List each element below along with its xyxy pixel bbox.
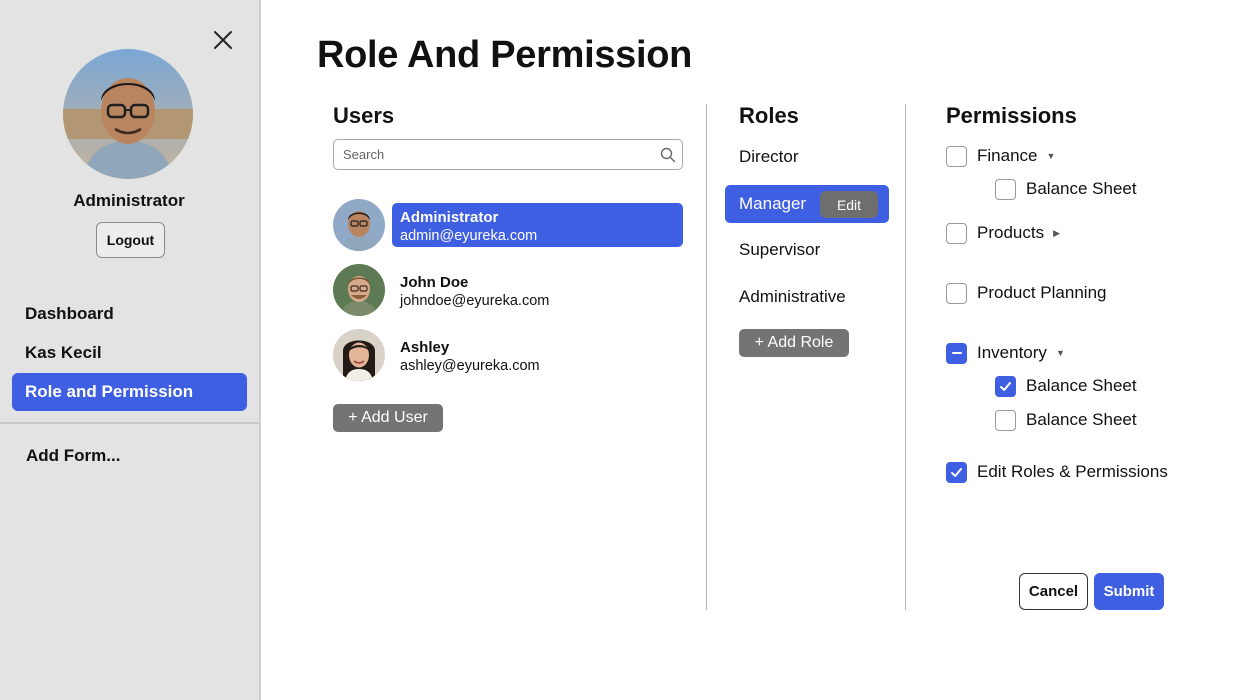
roles-title: Roles [739, 103, 799, 128]
user-email: johndoe@eyureka.com [400, 293, 550, 309]
role-label: Manager [739, 194, 807, 213]
permission-label: Balance Sheet [1026, 179, 1137, 198]
sidebar-divider [0, 422, 259, 424]
permission-finance-balance-sheet[interactable]: Balance Sheet [995, 178, 1137, 200]
checkbox-checked[interactable] [946, 461, 967, 483]
nav-item-dashboard[interactable]: Dashboard [12, 295, 247, 333]
permission-inventory-balance-sheet-2[interactable]: Balance Sheet [995, 409, 1137, 431]
user-email: ashley@eyureka.com [400, 358, 540, 374]
checkbox[interactable] [946, 222, 967, 244]
role-item-manager[interactable]: Manager Edit [725, 185, 889, 223]
permissions-title: Permissions [946, 103, 1077, 128]
permission-label: Products [977, 223, 1045, 242]
user-name: Ashley [400, 339, 450, 356]
search-input[interactable] [334, 140, 634, 169]
permission-label: Inventory [977, 343, 1047, 362]
user-search [333, 139, 683, 170]
chevron-down-icon[interactable]: ▼ [1046, 151, 1055, 161]
checkbox-indeterminate[interactable] [946, 342, 967, 364]
user-list-item[interactable]: John Doe johndoe@eyureka.com [333, 264, 684, 316]
check-icon [1000, 381, 1011, 391]
user-info: Ashley ashley@eyureka.com [392, 333, 683, 377]
search-icon[interactable] [660, 147, 676, 163]
user-list-item[interactable]: Administrator admin@eyureka.com [333, 199, 684, 251]
permission-label: Product Planning [977, 283, 1107, 302]
minus-icon [951, 352, 962, 354]
checkbox[interactable] [995, 409, 1016, 431]
role-label: Supervisor [739, 240, 821, 259]
column-divider [905, 104, 906, 610]
add-user-button[interactable]: + Add User [333, 404, 443, 432]
add-form-link[interactable]: Add Form... [26, 446, 120, 466]
chevron-down-icon[interactable]: ▼ [1056, 348, 1065, 358]
user-name: Administrator [400, 209, 499, 226]
permission-label: Balance Sheet [1026, 376, 1137, 395]
avatar [333, 199, 385, 251]
page-title: Role And Permission [317, 34, 693, 76]
users-title: Users [333, 103, 395, 128]
chevron-right-icon[interactable]: ▶ [1053, 228, 1060, 239]
role-label: Director [739, 147, 799, 166]
role-item-administrative[interactable]: Administrative [725, 278, 889, 316]
user-info: Administrator admin@eyureka.com [392, 203, 683, 247]
role-item-supervisor[interactable]: Supervisor [725, 231, 889, 269]
nav-item-kas-kecil[interactable]: Kas Kecil [12, 334, 247, 372]
checkbox[interactable] [995, 178, 1016, 200]
profile-avatar [63, 49, 193, 179]
permission-label: Edit Roles & Permissions [977, 462, 1168, 481]
check-icon [951, 467, 962, 477]
close-icon[interactable] [210, 27, 236, 53]
checkbox[interactable] [946, 282, 967, 304]
checkbox[interactable] [946, 145, 967, 167]
role-label: Administrative [739, 287, 846, 306]
nav-item-role-and-permission[interactable]: Role and Permission [12, 373, 247, 411]
sidebar: Administrator Logout Dashboard Kas Kecil… [0, 0, 261, 700]
profile-name: Administrator [73, 191, 185, 210]
permission-inventory-balance-sheet[interactable]: Balance Sheet [995, 375, 1137, 397]
user-info: John Doe johndoe@eyureka.com [392, 268, 683, 312]
role-item-director[interactable]: Director [725, 138, 889, 176]
avatar [333, 264, 385, 316]
permission-edit-roles[interactable]: Edit Roles & Permissions [946, 461, 1168, 483]
user-email: admin@eyureka.com [400, 228, 538, 244]
submit-button[interactable]: Submit [1094, 573, 1164, 610]
column-divider [706, 104, 707, 610]
permission-label: Finance [977, 146, 1038, 165]
user-list-item[interactable]: Ashley ashley@eyureka.com [333, 329, 684, 381]
permission-label: Balance Sheet [1026, 410, 1137, 429]
avatar [333, 329, 385, 381]
permission-products[interactable]: Products ▶ [946, 222, 1060, 244]
checkbox-checked[interactable] [995, 375, 1016, 397]
edit-role-button[interactable]: Edit [820, 191, 878, 218]
permission-product-planning[interactable]: Product Planning [946, 282, 1106, 304]
permission-finance[interactable]: Finance ▼ [946, 145, 1055, 167]
logout-button[interactable]: Logout [96, 222, 165, 258]
add-role-button[interactable]: + Add Role [739, 329, 849, 357]
user-name: John Doe [400, 274, 469, 291]
permission-inventory[interactable]: Inventory ▼ [946, 342, 1065, 364]
cancel-button[interactable]: Cancel [1019, 573, 1088, 610]
